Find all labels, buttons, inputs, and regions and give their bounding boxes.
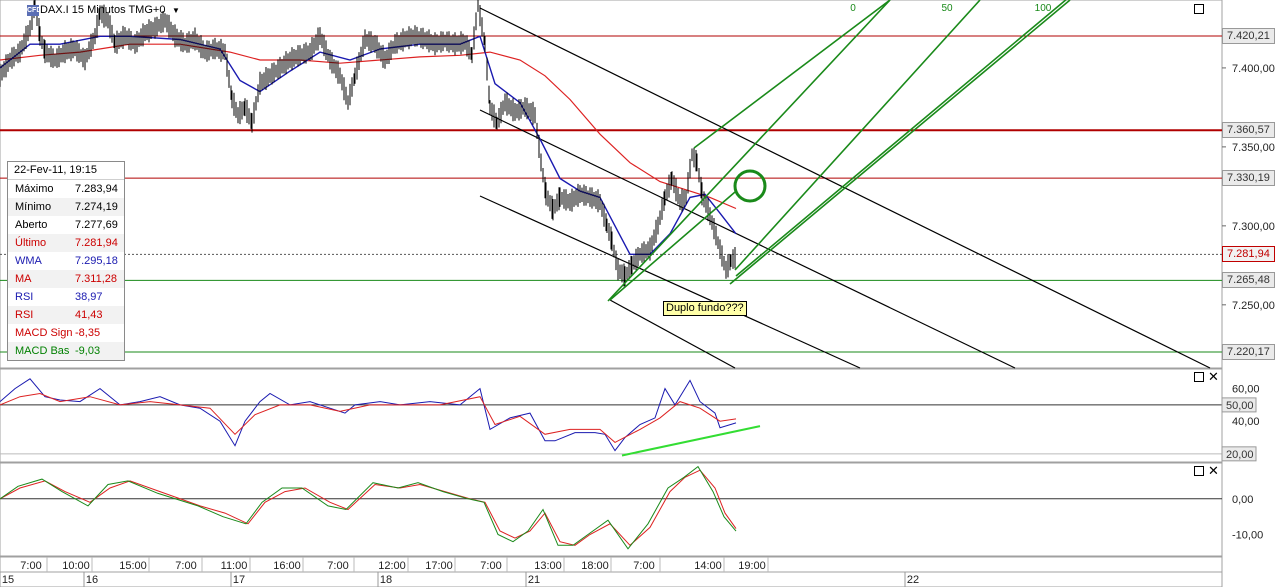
data-window-label: Último [15, 237, 47, 249]
fan-label: 50 [941, 3, 953, 14]
x-tick-label: 7:00 [633, 560, 654, 572]
x-tick-label: 10:00 [62, 560, 90, 572]
chart-title[interactable]: DAX.I 15 Minutos TMG+0 [40, 4, 165, 16]
data-window-label: RSI [15, 309, 34, 321]
data-window-value: 7.274,19 [75, 201, 118, 213]
data-window-value: 7.295,18 [75, 255, 118, 267]
data-window-row: Máximo 7.283,94 [8, 180, 124, 198]
date-tick-label: 21 [528, 574, 540, 586]
x-tick-label: 15:00 [119, 560, 147, 572]
x-tick-label: 7:00 [327, 560, 348, 572]
data-window-row: Mínimo 7.274,19 [8, 198, 124, 216]
price-panel[interactable] [0, 0, 1223, 369]
rsi-maximize-button[interactable] [1194, 372, 1204, 382]
x-tick-label: 18:00 [581, 560, 609, 572]
rsi-level-label: 50,00 [1226, 400, 1254, 412]
data-window-row: MACD Sign -8,35 [8, 324, 124, 342]
fan-label: 100 [1035, 3, 1052, 14]
macd-tick-label: 0,00 [1232, 494, 1253, 506]
chevron-down-icon[interactable]: ▼ [172, 6, 180, 15]
data-window-label: MACD Bas [15, 345, 70, 357]
x-tick-label: 11:00 [221, 560, 248, 572]
y-tick-label: 7.350,00 [1232, 142, 1275, 154]
x-tick-label: 19:00 [738, 560, 766, 572]
rsi-tick-label: 40,00 [1232, 416, 1260, 428]
rsi-close-icon[interactable]: ✕ [1208, 370, 1219, 383]
x-tick-label: 7:00 [175, 560, 196, 572]
data-window-date: 22-Fev-11, 19:15 [8, 162, 124, 180]
price-tag: 7.281,94 [1222, 246, 1275, 263]
price-tag: 7.420,21 [1222, 27, 1275, 44]
data-window-label: RSI [15, 291, 34, 303]
x-tick-label: 17:00 [425, 560, 453, 572]
annotation-double-bottom[interactable]: Duplo fundo??? [663, 301, 747, 316]
y-tick-label: 7.400,00 [1232, 63, 1275, 75]
chart-canvas[interactable]: 7.400,00 7.350,00 7.300,00 7.250,00 60,00 40,… [0, 0, 1278, 587]
data-window-row: Último 7.281,94 [8, 234, 124, 252]
x-tick-label: 7:00 [20, 560, 41, 572]
price-tag: 7.265,48 [1222, 272, 1275, 289]
price-tag: 7.220,17 [1222, 343, 1275, 360]
macd-tick-label: -10,00 [1232, 530, 1263, 542]
date-tick-label: 17 [233, 574, 245, 586]
data-window-value: 7.281,94 [75, 237, 118, 249]
macd-maximize-button[interactable] [1194, 466, 1204, 476]
data-window-row: RSI 38,97 [8, 288, 124, 306]
price-tag: 7.330,19 [1222, 170, 1275, 187]
y-tick-label: 7.300,00 [1232, 221, 1275, 233]
x-tick-label: 7:00 [480, 560, 501, 572]
y-tick-label: 7.250,00 [1232, 300, 1275, 312]
data-window-label: MA [15, 273, 32, 285]
macd-close-icon[interactable]: ✕ [1208, 464, 1219, 477]
x-tick-label: 16:00 [273, 560, 301, 572]
data-window-row: WMA 7.295,18 [8, 252, 124, 270]
data-window-value: 7.311,28 [75, 273, 118, 285]
x-tick-label: 14:00 [694, 560, 722, 572]
maximize-button[interactable] [1194, 4, 1204, 14]
data-window-value: 38,97 [75, 291, 103, 303]
data-window: 22-Fev-11, 19:15 Máximo 7.283,94 Mínimo 7.2… [7, 161, 125, 361]
date-tick-label: 22 [907, 574, 919, 586]
rsi-tick-label: 60,00 [1232, 384, 1260, 396]
data-window-value: -9,03 [75, 345, 101, 357]
x-tick-label: 12:00 [378, 560, 406, 572]
data-window-label: Mínimo [15, 201, 52, 213]
data-window-label: WMA [15, 255, 42, 267]
date-tick-label: 18 [380, 574, 392, 586]
x-tick-label: 13:00 [534, 560, 562, 572]
data-window-row: MACD Bas -9,03 [8, 342, 124, 360]
date-tick-label: 15 [2, 574, 14, 586]
macd-panel[interactable] [0, 462, 1223, 557]
price-tag: 7.360,57 [1222, 122, 1275, 139]
data-window-value: 41,43 [75, 309, 103, 321]
data-window-row: MA 7.311,28 [8, 270, 124, 288]
data-window-label: Aberto [15, 219, 48, 231]
data-window-row: RSI 41,43 [8, 306, 124, 324]
rsi-level-label: 20,00 [1226, 449, 1254, 461]
cfd-icon: CFD [27, 5, 42, 16]
data-window-label: Máximo [15, 183, 54, 195]
date-tick-label: 16 [86, 574, 98, 586]
data-window-value: -8,35 [75, 327, 101, 339]
data-window-row: Aberto 7.277,69 [8, 216, 124, 234]
data-window-value: 7.283,94 [75, 183, 118, 195]
data-window-value: 7.277,69 [75, 219, 118, 231]
data-window-label: MACD Sign [15, 327, 73, 339]
fan-label: 0 [850, 3, 856, 14]
rsi-panel[interactable] [0, 368, 1223, 463]
